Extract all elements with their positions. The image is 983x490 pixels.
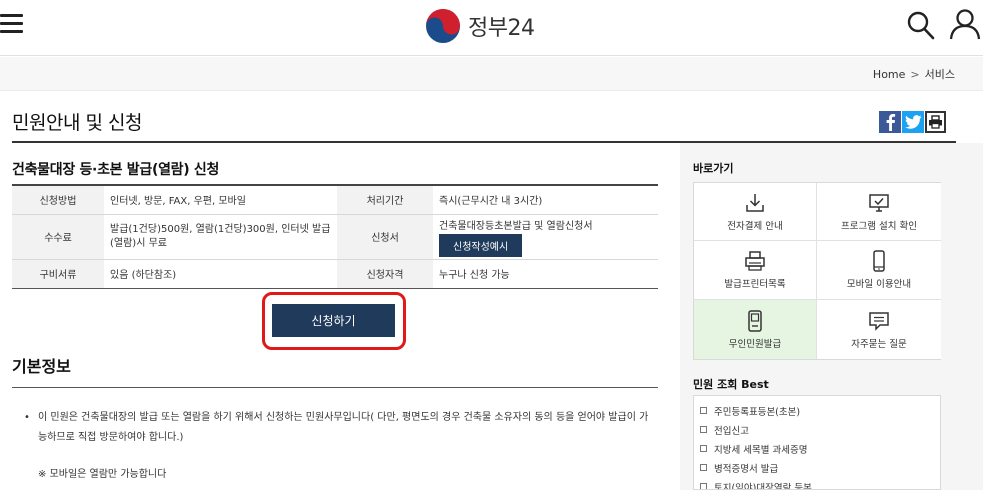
breadcrumb-bar: Home > 서비스	[0, 57, 983, 91]
checkbox-icon	[700, 445, 707, 452]
basic-info-text: • 이 민원은 건축물대장의 발급 또는 열람을 하기 위해서 신청하는 민원사…	[24, 408, 654, 448]
printer-icon	[745, 251, 765, 271]
quick-links-title: 바로가기	[693, 162, 734, 175]
checkbox-icon	[700, 483, 707, 489]
menu-icon[interactable]	[0, 12, 24, 34]
quick-link-kiosk[interactable]: 무인민원발급	[694, 300, 817, 359]
apply-button[interactable]: 신청하기	[272, 304, 395, 337]
value-form: 건축물대장등초본발급 및 열람신청서	[439, 220, 593, 232]
breadcrumb: Home > 서비스	[873, 66, 955, 82]
sidebar: 바로가기 전자결제 안내 프로그램 설치 확인 발급프린터목록 모바일 이용안내…	[680, 143, 983, 490]
checkbox-icon	[700, 407, 707, 414]
quick-link-label: 발급프린터목록	[724, 279, 786, 290]
list-item[interactable]: 전입신고	[700, 420, 940, 439]
table-row: 구비서류 있음 (하단참조) 신청자격 누구나 신청 가능	[12, 259, 658, 288]
basic-info-divider	[12, 387, 658, 388]
value-period: 즉시(근무시간 내 3시간)	[433, 185, 658, 215]
quick-link-label: 전자결제 안내	[727, 220, 783, 232]
basic-info-title: 기본정보	[12, 357, 71, 376]
quick-link-mobile-guide[interactable]: 모바일 이용안내	[817, 241, 941, 300]
label-eligibility: 신청자격	[337, 259, 433, 288]
basic-info-paragraph: 이 민원은 건축물대장의 발급 또는 열람을 하기 위해서 신청하는 민원사무입…	[38, 412, 649, 443]
quick-link-program-check[interactable]: 프로그램 설치 확인	[817, 183, 941, 241]
monitor-check-icon	[869, 193, 889, 212]
taegeuk-logo-icon	[426, 9, 460, 43]
label-method: 신청방법	[12, 185, 104, 215]
service-title: 건축물대장 등·초본 발급(열람) 신청	[12, 162, 220, 178]
best-item-label: 전입신고	[714, 425, 749, 437]
value-documents: 있음 (하단참조)	[110, 270, 177, 281]
best-item-label: 병적증명서 발급	[714, 463, 779, 475]
bullet: •	[24, 412, 30, 423]
share-buttons	[879, 111, 946, 133]
twitter-icon[interactable]	[902, 111, 924, 133]
best-item-label: 지방세 세목별 과세증명	[714, 444, 808, 456]
print-icon[interactable]	[925, 111, 946, 133]
value-fee: 발급(1건당)500원, 열람(1건당)300원, 인터넷 발급(열람)시 무료	[104, 214, 337, 260]
breadcrumb-current[interactable]: 서비스	[925, 66, 955, 82]
user-icon[interactable]	[948, 8, 982, 40]
best-item-label: 토지(임야)대장열람 등본	[714, 482, 812, 490]
breadcrumb-home[interactable]: Home	[873, 68, 905, 81]
faq-chat-icon	[869, 311, 889, 331]
download-icon	[746, 193, 764, 212]
quick-link-label: 자주묻는 질문	[851, 338, 907, 350]
form-example-button[interactable]: 신청작성예시	[439, 233, 523, 257]
mobile-note: ※ 모바일은 열람만 가능합니다	[38, 469, 167, 480]
quick-link-label: 무인민원발급	[728, 338, 782, 350]
value-eligibility: 누구나 신청 가능	[439, 270, 510, 281]
best-item-label: 주민등록표등본(초본)	[714, 406, 801, 418]
quick-links-grid: 전자결제 안내 프로그램 설치 확인 발급프린터목록 모바일 이용안내 무인민원…	[693, 182, 941, 360]
quick-link-label: 모바일 이용안내	[846, 279, 912, 290]
label-fee: 수수료	[12, 214, 104, 260]
top-header: 정부24	[0, 0, 983, 56]
quick-link-payment[interactable]: 전자결제 안내	[694, 183, 817, 241]
label-period: 처리기간	[337, 185, 433, 215]
facebook-icon[interactable]	[879, 111, 901, 133]
label-documents: 구비서류	[12, 259, 104, 288]
label-form: 신청서	[337, 214, 433, 260]
page-title: 민원안내 및 신청	[12, 112, 142, 134]
breadcrumb-separator: >	[910, 67, 920, 81]
kiosk-icon	[748, 309, 762, 332]
list-item[interactable]: 병적증명서 발급	[700, 458, 940, 477]
checkbox-icon	[700, 464, 707, 471]
list-item[interactable]: 주민등록표등본(초본)	[700, 401, 940, 420]
checkbox-icon	[700, 426, 707, 433]
search-icon[interactable]	[907, 10, 935, 40]
best-list-title: 민원 조회 Best	[693, 378, 769, 391]
quick-link-printer-list[interactable]: 발급프린터목록	[694, 241, 817, 300]
list-item[interactable]: 토지(임야)대장열람 등본	[700, 477, 940, 490]
site-logo[interactable]: 정부24	[424, 6, 535, 46]
mobile-icon	[873, 250, 885, 272]
value-method: 인터넷, 방문, FAX, 우편, 모바일	[104, 185, 337, 215]
quick-link-faq[interactable]: 자주묻는 질문	[817, 300, 941, 359]
service-info-table: 신청방법 인터넷, 방문, FAX, 우편, 모바일 처리기간 즉시(근무시간 …	[12, 184, 658, 289]
table-row: 신청방법 인터넷, 방문, FAX, 우편, 모바일 처리기간 즉시(근무시간 …	[12, 185, 658, 215]
logo-text: 정부24	[468, 16, 535, 41]
table-row: 수수료 발급(1건당)500원, 열람(1건당)300원, 인터넷 발급(열람)…	[12, 214, 658, 260]
best-list: 주민등록표등본(초본) 전입신고 지방세 세목별 과세증명 병적증명서 발급 토…	[693, 395, 941, 490]
value-form-cell: 건축물대장등초본발급 및 열람신청서 신청작성예시	[433, 214, 658, 260]
quick-link-label: 프로그램 설치 확인	[841, 220, 917, 232]
list-item[interactable]: 지방세 세목별 과세증명	[700, 439, 940, 458]
